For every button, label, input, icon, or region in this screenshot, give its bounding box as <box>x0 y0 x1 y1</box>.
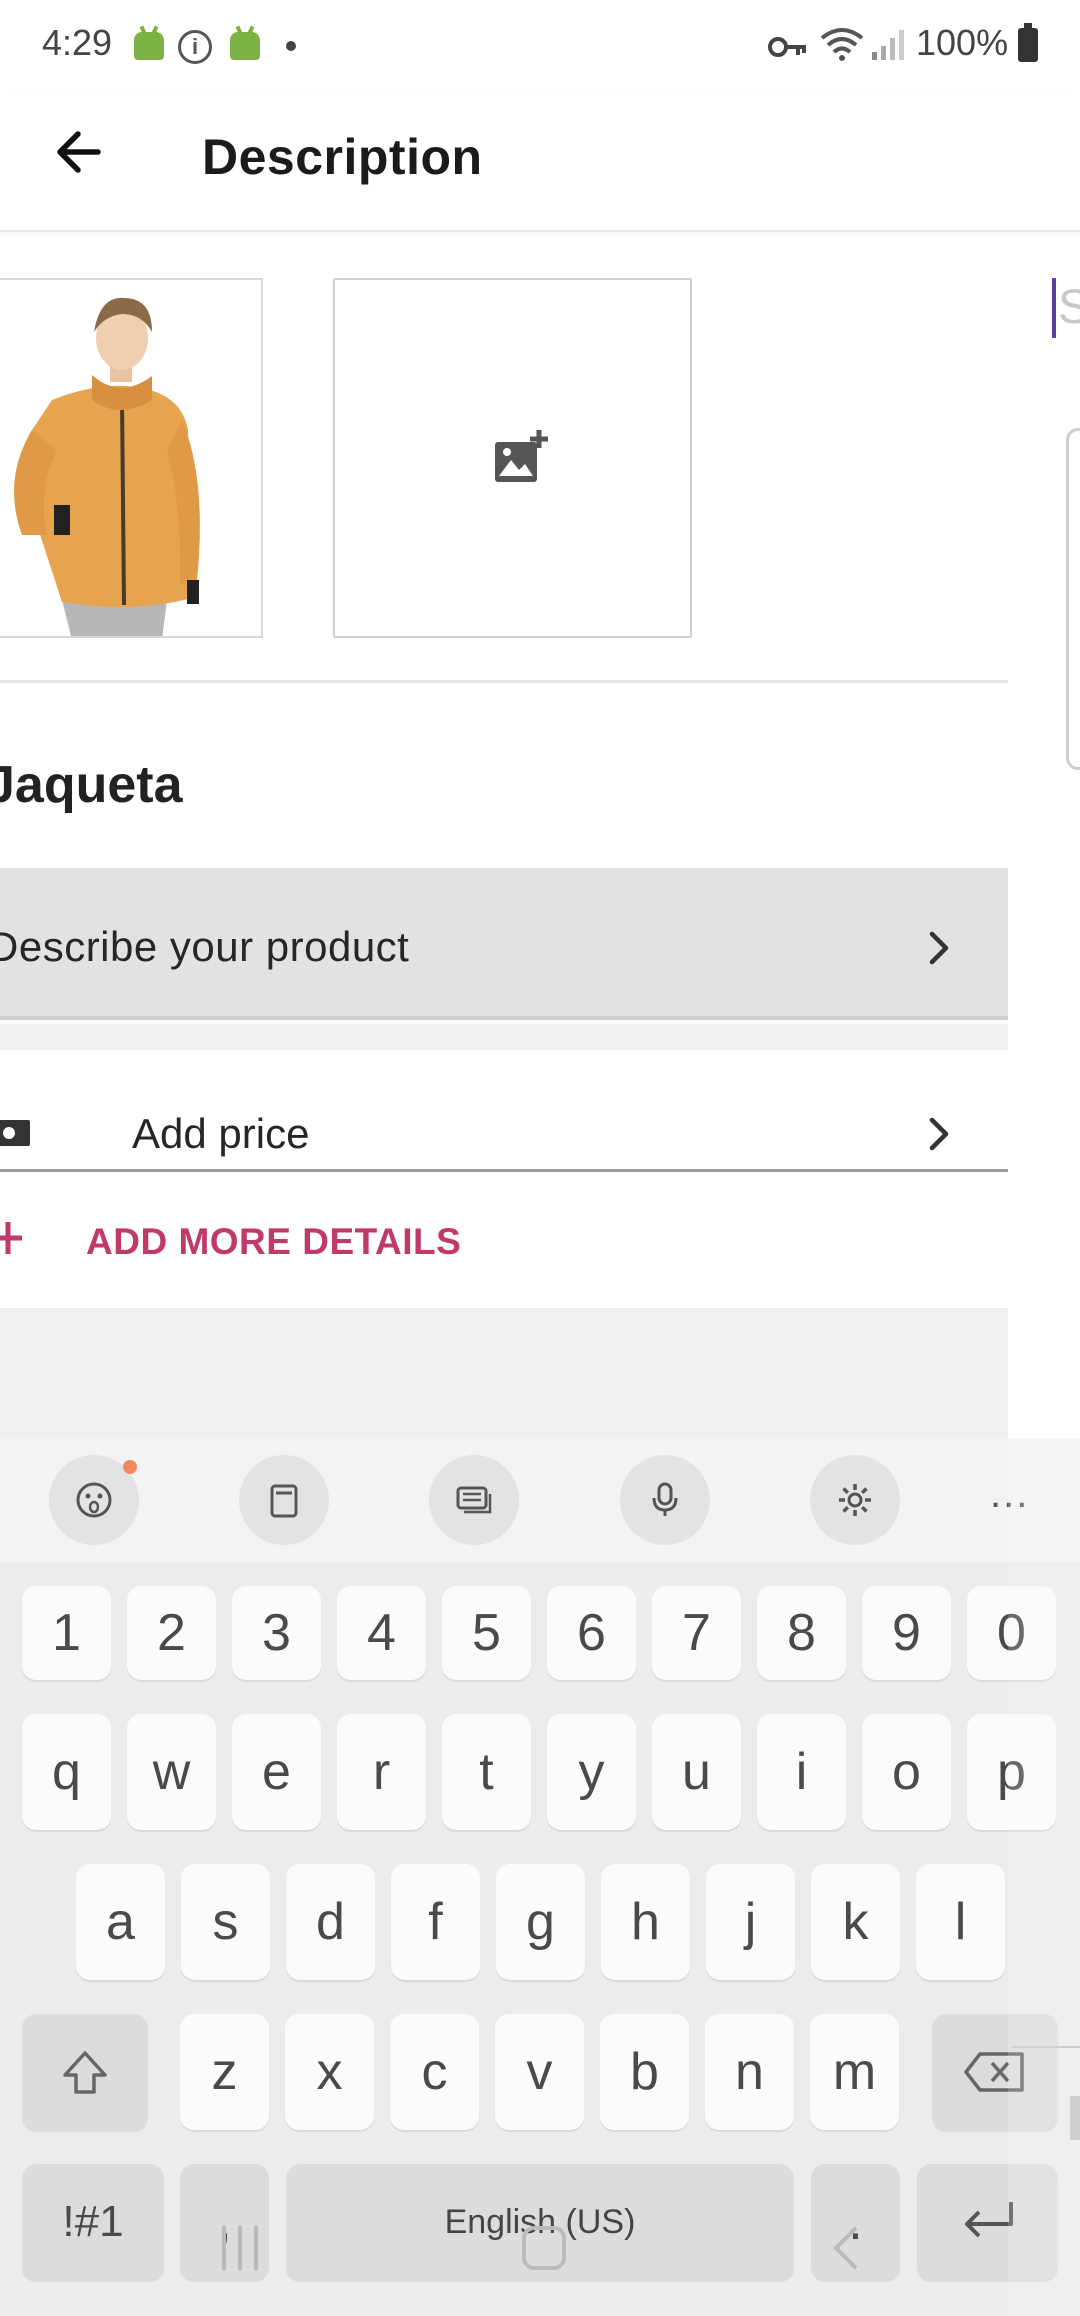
key-y[interactable]: y <box>547 1714 636 1830</box>
side-divider <box>1012 2046 1080 2048</box>
key-3[interactable]: 3 <box>232 1586 321 1680</box>
key-8[interactable]: 8 <box>757 1586 846 1680</box>
keyboard-mode-icon[interactable] <box>429 1455 519 1545</box>
key-5[interactable]: 5 <box>442 1586 531 1680</box>
chevron-right-icon <box>929 1117 949 1151</box>
key-1[interactable]: 1 <box>22 1586 111 1680</box>
android-icon <box>134 32 164 60</box>
key-f[interactable]: f <box>391 1864 480 1980</box>
key-t[interactable]: t <box>442 1714 531 1830</box>
dot-icon <box>286 41 296 51</box>
product-name[interactable]: Jaqueta <box>0 755 183 815</box>
plus-icon <box>0 1222 22 1254</box>
key-o[interactable]: o <box>862 1714 951 1830</box>
info-icon: i <box>178 30 212 64</box>
key-r[interactable]: r <box>337 1714 426 1830</box>
key-l[interactable]: l <box>916 1864 1005 1980</box>
key-g[interactable]: g <box>496 1864 585 1980</box>
key-e[interactable]: e <box>232 1714 321 1830</box>
status-time: 4:29 <box>42 22 113 63</box>
side-scroll-handle <box>1070 2096 1080 2140</box>
back-nav-icon[interactable] <box>826 2222 866 2274</box>
grey-band <box>0 1308 1008 1438</box>
key-6[interactable]: 6 <box>547 1586 636 1680</box>
signal-icon <box>872 30 904 60</box>
key-b[interactable]: b <box>600 2014 689 2130</box>
chevron-right-icon <box>929 931 949 965</box>
symbols-key[interactable]: !#1 <box>22 2164 164 2280</box>
notification-dot <box>123 1460 137 1474</box>
key-9[interactable]: 9 <box>862 1586 951 1680</box>
key-4[interactable]: 4 <box>337 1586 426 1680</box>
battery-icon <box>1018 23 1038 62</box>
add-photo-icon <box>495 430 548 482</box>
clipboard-icon[interactable] <box>239 1455 329 1545</box>
add-price-label: Add price <box>132 1110 310 1157</box>
add-photo-button[interactable] <box>333 278 692 638</box>
keyboard-toolbar <box>0 1438 1080 1562</box>
key-k[interactable]: k <box>811 1864 900 1980</box>
product-photo[interactable] <box>0 278 263 638</box>
key-w[interactable]: w <box>127 1714 216 1830</box>
key-z[interactable]: z <box>180 2014 269 2130</box>
key-a[interactable]: a <box>76 1864 165 1980</box>
key-7[interactable]: 7 <box>652 1586 741 1680</box>
key-v[interactable]: v <box>495 2014 584 2130</box>
settings-icon[interactable] <box>810 1455 900 1545</box>
key-j[interactable]: j <box>706 1864 795 1980</box>
key-u[interactable]: u <box>652 1714 741 1830</box>
side-card-edge <box>1066 428 1080 770</box>
recents-nav-icon[interactable] <box>216 2222 264 2274</box>
side-overlay <box>1008 1438 1080 2316</box>
text-cursor <box>1052 278 1056 338</box>
page-title: Description <box>202 129 483 185</box>
key-s[interactable]: s <box>181 1864 270 1980</box>
peek-letter: S <box>1058 281 1080 334</box>
key-n[interactable]: n <box>705 2014 794 2130</box>
key-h[interactable]: h <box>601 1864 690 1980</box>
microphone-icon[interactable] <box>620 1455 710 1545</box>
key-d[interactable]: d <box>286 1864 375 1980</box>
home-nav-icon[interactable] <box>518 2222 570 2274</box>
add-more-details-button[interactable]: ADD MORE DETAILS <box>86 1221 461 1263</box>
key-q[interactable]: q <box>22 1714 111 1830</box>
battery-percent: 100% <box>916 22 1009 63</box>
app-bar <box>0 92 1080 232</box>
wifi-icon <box>820 28 864 61</box>
key-c[interactable]: c <box>390 2014 479 2130</box>
shift-key[interactable] <box>22 2014 148 2130</box>
arrow-back-icon[interactable] <box>40 112 120 192</box>
vpn-key-icon <box>768 37 806 57</box>
key-i[interactable]: i <box>757 1714 846 1830</box>
android-icon <box>230 32 260 60</box>
section-gap <box>0 1024 1008 1050</box>
key-2[interactable]: 2 <box>127 1586 216 1680</box>
key-m[interactable]: m <box>810 2014 899 2130</box>
money-icon <box>0 1120 30 1146</box>
key-x[interactable]: x <box>285 2014 374 2130</box>
describe-product-label: Describe your product <box>0 923 410 970</box>
